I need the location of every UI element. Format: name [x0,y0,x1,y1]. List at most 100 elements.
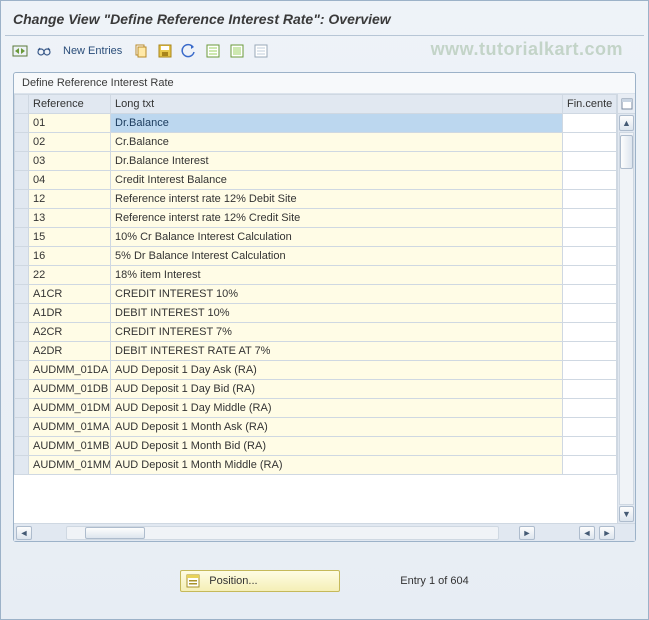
row-selector[interactable] [15,323,29,342]
cell-long-txt[interactable]: DEBIT INTEREST 10% [111,304,563,323]
row-selector[interactable] [15,399,29,418]
row-selector[interactable] [15,266,29,285]
cell-long-txt[interactable]: CREDIT INTEREST 10% [111,285,563,304]
row-selector[interactable] [15,437,29,456]
table-row[interactable]: 03Dr.Balance Interest [15,152,617,171]
cell-long-txt[interactable]: AUD Deposit 1 Month Middle (RA) [111,456,563,475]
cell-long-txt[interactable]: Dr.Balance [111,114,563,133]
cell-reference[interactable]: AUDMM_01MA [29,418,111,437]
cell-fin-center[interactable] [563,209,617,228]
cell-reference[interactable]: AUDMM_01MB [29,437,111,456]
table-row[interactable]: 2218% item Interest [15,266,617,285]
cell-fin-center[interactable] [563,380,617,399]
cell-reference[interactable]: 12 [29,190,111,209]
select-all-icon[interactable] [204,42,222,60]
cell-reference[interactable]: 16 [29,247,111,266]
row-selector[interactable] [15,342,29,361]
cell-fin-center[interactable] [563,133,617,152]
table-row[interactable]: 01Dr.Balance [15,114,617,133]
horizontal-scrollbar[interactable]: ◄ ► ◄ ► [14,523,635,541]
cell-fin-center[interactable] [563,114,617,133]
table-row[interactable]: 12Reference interst rate 12% Debit Site [15,190,617,209]
col-long-txt[interactable]: Long txt [111,95,563,114]
cell-fin-center[interactable] [563,323,617,342]
cell-fin-center[interactable] [563,361,617,380]
cell-fin-center[interactable] [563,304,617,323]
row-selector[interactable] [15,171,29,190]
table-row[interactable]: 165% Dr Balance Interest Calculation [15,247,617,266]
cell-fin-center[interactable] [563,152,617,171]
copy-icon[interactable] [132,42,150,60]
table-row[interactable]: 1510% Cr Balance Interest Calculation [15,228,617,247]
cell-fin-center[interactable] [563,266,617,285]
row-selector-header[interactable] [15,95,29,114]
row-selector[interactable] [15,285,29,304]
table-row[interactable]: A1DRDEBIT INTEREST 10% [15,304,617,323]
row-selector[interactable] [15,133,29,152]
scroll-thumb-vertical[interactable] [620,135,633,169]
table-row[interactable]: AUDMM_01DMAUD Deposit 1 Day Middle (RA) [15,399,617,418]
cell-fin-center[interactable] [563,418,617,437]
cell-long-txt[interactable]: 5% Dr Balance Interest Calculation [111,247,563,266]
table-row[interactable]: 13Reference interst rate 12% Credit Site [15,209,617,228]
cell-long-txt[interactable]: Credit Interest Balance [111,171,563,190]
expand-icon[interactable] [11,42,29,60]
cell-fin-center[interactable] [563,190,617,209]
col-reference[interactable]: Reference [29,95,111,114]
select-block-icon[interactable] [228,42,246,60]
row-selector[interactable] [15,114,29,133]
cell-long-txt[interactable]: DEBIT INTEREST RATE AT 7% [111,342,563,361]
table-row[interactable]: A2DRDEBIT INTEREST RATE AT 7% [15,342,617,361]
col-fin-center[interactable]: Fin.cente [563,95,617,114]
glasses-icon[interactable] [35,42,53,60]
table-row[interactable]: A1CRCREDIT INTEREST 10% [15,285,617,304]
table-row[interactable]: 02Cr.Balance [15,133,617,152]
cell-fin-center[interactable] [563,342,617,361]
cell-reference[interactable]: A2DR [29,342,111,361]
cell-long-txt[interactable]: 18% item Interest [111,266,563,285]
table-row[interactable]: AUDMM_01DAAUD Deposit 1 Day Ask (RA) [15,361,617,380]
row-selector[interactable] [15,247,29,266]
cell-long-txt[interactable]: 10% Cr Balance Interest Calculation [111,228,563,247]
cell-fin-center[interactable] [563,456,617,475]
row-selector[interactable] [15,228,29,247]
cell-fin-center[interactable] [563,285,617,304]
row-selector[interactable] [15,361,29,380]
row-selector[interactable] [15,418,29,437]
cell-fin-center[interactable] [563,399,617,418]
table-row[interactable]: AUDMM_01MMAUD Deposit 1 Month Middle (RA… [15,456,617,475]
cell-reference[interactable]: A1CR [29,285,111,304]
cell-long-txt[interactable]: Reference interst rate 12% Credit Site [111,209,563,228]
scroll-up-button[interactable]: ▲ [619,115,634,131]
cell-fin-center[interactable] [563,247,617,266]
cell-reference[interactable]: 15 [29,228,111,247]
scroll-left-button[interactable]: ◄ [16,526,32,540]
cell-reference[interactable]: AUDMM_01DA [29,361,111,380]
scroll-thumb-horizontal[interactable] [85,527,145,539]
cell-reference[interactable]: 04 [29,171,111,190]
cell-reference[interactable]: A1DR [29,304,111,323]
cell-long-txt[interactable]: CREDIT INTEREST 7% [111,323,563,342]
cell-long-txt[interactable]: Reference interst rate 12% Debit Site [111,190,563,209]
deselect-icon[interactable] [252,42,270,60]
row-selector[interactable] [15,209,29,228]
row-selector[interactable] [15,152,29,171]
cell-fin-center[interactable] [563,171,617,190]
cell-fin-center[interactable] [563,228,617,247]
row-selector[interactable] [15,456,29,475]
scroll-right-button[interactable]: ► [519,526,535,540]
cell-reference[interactable]: A2CR [29,323,111,342]
cell-reference[interactable]: 22 [29,266,111,285]
new-entries-button[interactable]: New Entries [59,45,126,57]
undo-icon[interactable] [180,42,198,60]
cell-reference[interactable]: 02 [29,133,111,152]
row-selector[interactable] [15,380,29,399]
cell-reference[interactable]: AUDMM_01MM [29,456,111,475]
position-button[interactable]: Position... [180,570,340,592]
cell-reference[interactable]: 03 [29,152,111,171]
table-row[interactable]: 04Credit Interest Balance [15,171,617,190]
vertical-scrollbar[interactable]: ▲ ▼ [617,94,635,523]
cell-long-txt[interactable]: Dr.Balance Interest [111,152,563,171]
cell-reference[interactable]: 01 [29,114,111,133]
table-row[interactable]: AUDMM_01MAAUD Deposit 1 Month Ask (RA) [15,418,617,437]
